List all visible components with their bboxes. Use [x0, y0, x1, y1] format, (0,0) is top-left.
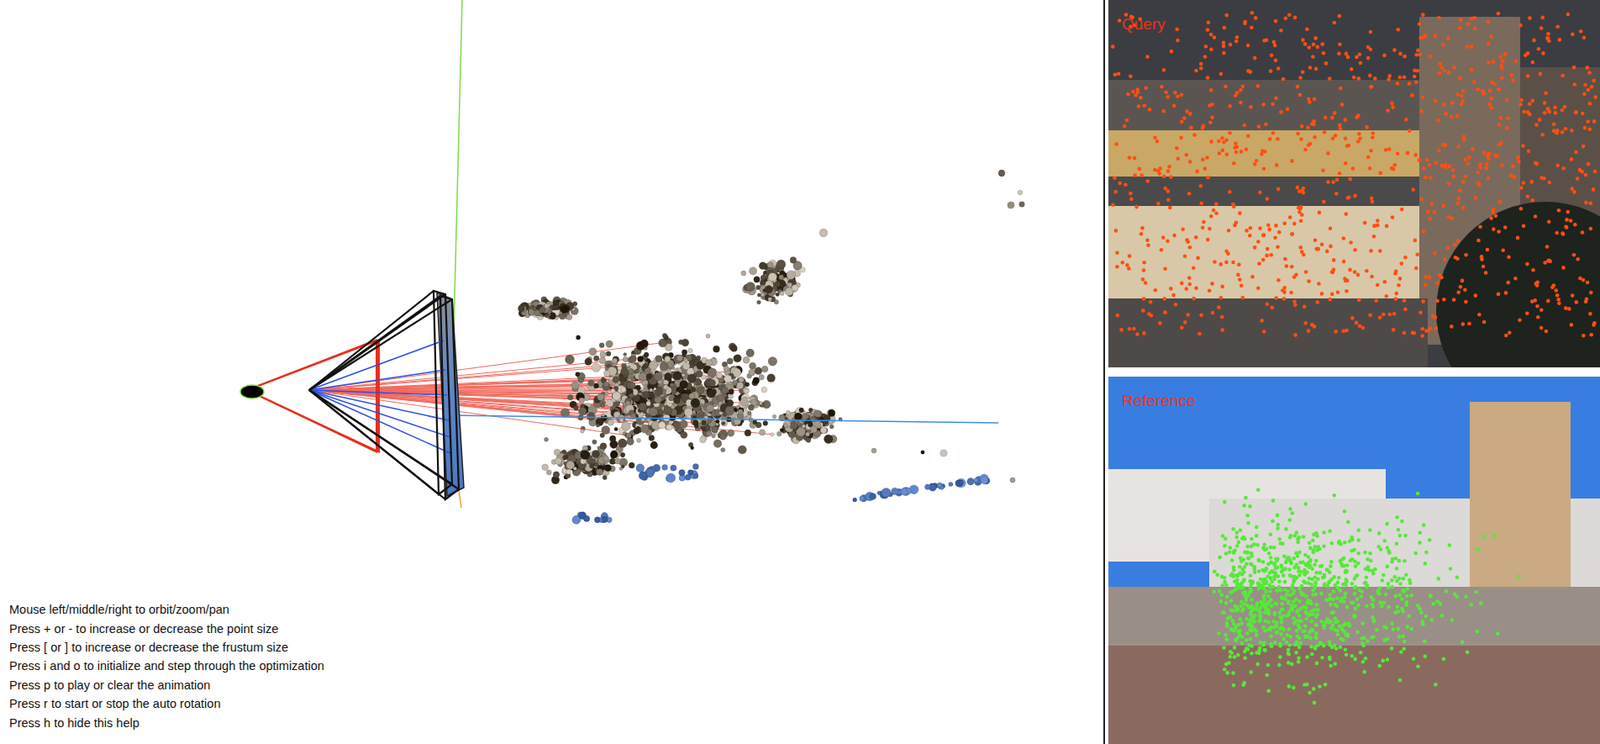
image-label: Query	[1121, 13, 1166, 36]
help-line: Press + or - to increase or decrease the…	[9, 619, 325, 638]
image-panel: Query	[1108, 0, 1600, 368]
image-label: Reference	[1121, 389, 1196, 412]
image-panel: Reference	[1108, 376, 1600, 744]
help-line: Press i and o to initialize and step thr…	[9, 656, 325, 675]
keypoints	[1110, 10, 1598, 338]
scene-view[interactable]: Mouse left/middle/right to orbit/zoom/pa…	[0, 0, 1104, 744]
image-column: Query Reference	[1108, 0, 1600, 744]
gap	[1105, 0, 1109, 744]
help-panel: Mouse left/middle/right to orbit/zoom/pa…	[9, 600, 325, 732]
help-line: Mouse left/middle/right to orbit/zoom/pa…	[9, 600, 325, 619]
help-line: Press [ or ] to increase or decrease the…	[9, 637, 325, 657]
keypoints	[1212, 488, 1522, 706]
photo	[1108, 0, 1600, 368]
help-line: Press p to play or clear the animation	[9, 675, 325, 695]
photo	[1108, 376, 1600, 744]
help-line: Press r to start or stop the auto rotati…	[9, 694, 325, 713]
help-line: Press h to hide this help	[9, 713, 325, 732]
